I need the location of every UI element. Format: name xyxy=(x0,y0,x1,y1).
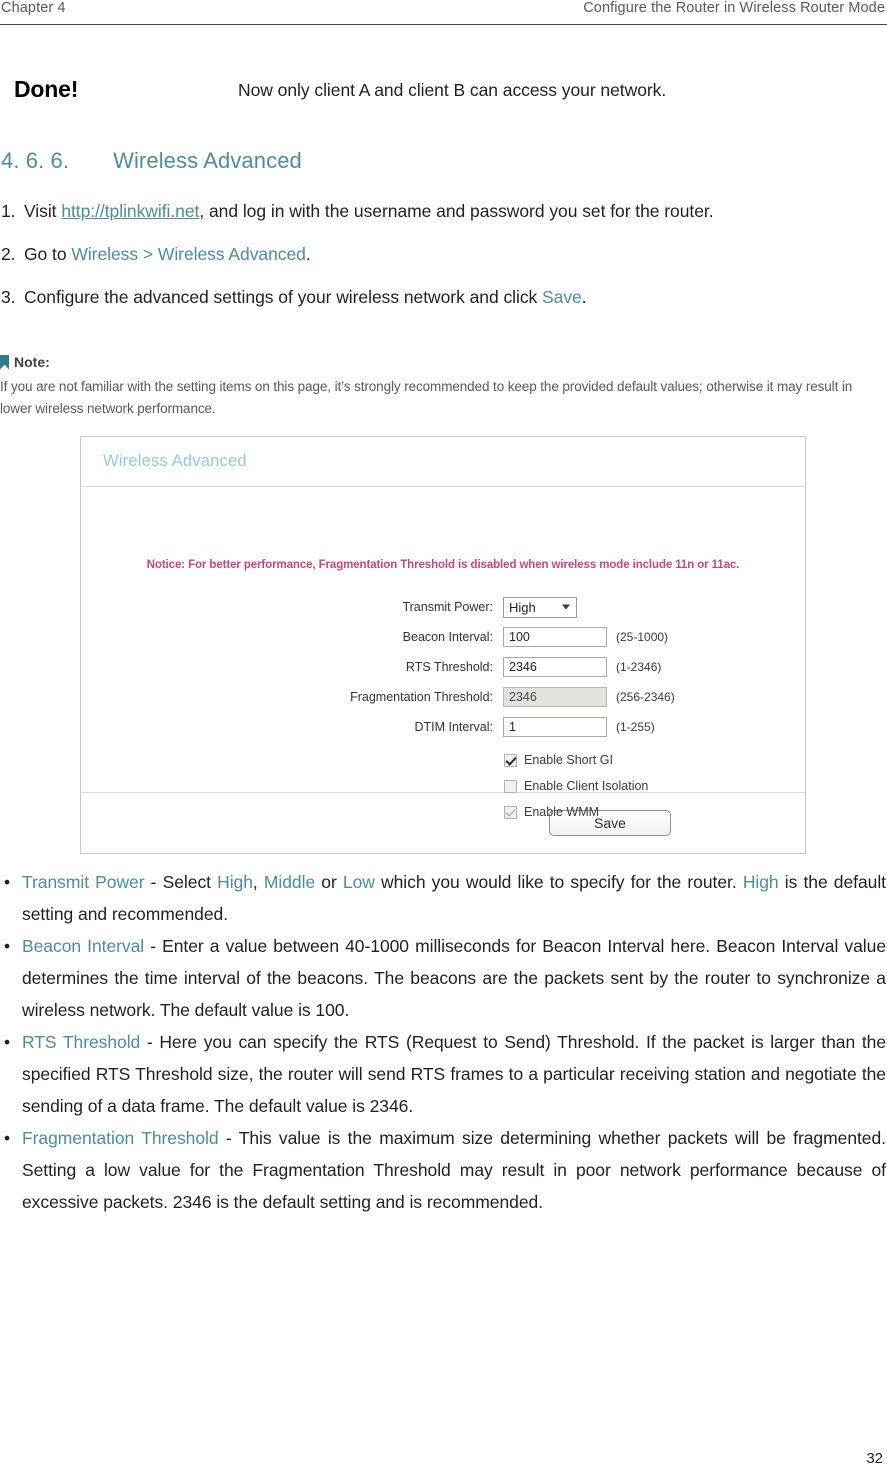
fragmentation-threshold-label: Fragmentation Threshold: xyxy=(350,690,493,704)
bullet-dot: • xyxy=(4,936,11,956)
enable-short-gi-checkbox[interactable] xyxy=(504,753,517,767)
step-text-pre: Visit xyxy=(24,201,62,221)
bullet-dot: • xyxy=(4,872,11,892)
tplinkwifi-link[interactable]: http://tplinkwifi.net xyxy=(61,201,199,221)
notice-text: Notice: For better performance, Fragment… xyxy=(146,559,740,571)
list-item: • RTS Threshold - Here you can specify th… xyxy=(0,1026,887,1122)
form-row-dtim-interval: DTIM Interval: 1 (1-255) xyxy=(81,712,805,742)
inline-text: which you would like to specify for the … xyxy=(374,872,743,892)
section-title: Wireless Advanced xyxy=(113,148,302,173)
beacon-interval-range: (25-1000) xyxy=(616,630,669,644)
bullet-dot: • xyxy=(4,1032,11,1052)
section-number: 4. 6. 6. xyxy=(1,148,70,173)
enable-wmm-checkbox[interactable] xyxy=(504,805,517,819)
checkbox-row-wmm: Enable WMM xyxy=(81,799,805,825)
enable-client-isolation-label: Enable Client Isolation xyxy=(524,779,649,793)
list-item: • Beacon Interval - Enter a value between… xyxy=(0,930,887,1026)
step-list: 1. Visit http://tplinkwifi.net, and log i… xyxy=(0,196,887,325)
note-body: If you are not familiar with the setting… xyxy=(0,379,853,416)
term-fragmentation-threshold: Fragmentation Threshold xyxy=(22,1128,219,1148)
menu-path-separator: > xyxy=(138,244,158,264)
step-marker: 2. xyxy=(1,244,16,264)
parameter-descriptions: • Transmit Power - Select High, Middle or… xyxy=(0,866,887,1218)
bookmark-icon xyxy=(0,354,9,370)
save-reference: Save xyxy=(542,287,582,307)
form-row-fragmentation-threshold: Fragmentation Threshold: 2346 (256-2346) xyxy=(81,682,805,712)
enable-wmm-label: Enable WMM xyxy=(524,805,600,819)
desc-beacon-interval: - Enter a value between 40-1000 millisec… xyxy=(22,936,886,1020)
step-text-post: , and log in with the username and passw… xyxy=(199,201,714,221)
page-number: 32 xyxy=(866,1450,883,1467)
inline-term: High xyxy=(217,872,253,892)
form-row-rts-threshold: RTS Threshold: 2346 (1-2346) xyxy=(81,652,805,682)
done-callout: Done! Now only client A and client B can… xyxy=(0,76,887,116)
step-marker: 3. xyxy=(1,287,16,307)
done-text: Now only client A and client B can acces… xyxy=(238,80,667,100)
section-heading: 4. 6. 6. Wireless Advanced xyxy=(1,148,302,174)
step-text-post: . xyxy=(305,244,311,264)
list-item: 2. Go to Wireless > Wireless Advanced. xyxy=(0,239,887,269)
dtim-interval-input[interactable]: 1 xyxy=(503,717,607,737)
step-text-pre: Go to xyxy=(24,244,72,264)
step-marker: 1. xyxy=(1,201,16,221)
panel-body: Notice: For better performance, Fragment… xyxy=(81,487,805,819)
running-header: Chapter 4 Configure the Router in Wirele… xyxy=(0,0,887,26)
inline-text: - Select xyxy=(144,872,218,892)
inline-text: , xyxy=(252,872,264,892)
chapter-title: Configure the Router in Wireless Router … xyxy=(583,0,885,16)
done-label: Done! xyxy=(14,76,79,102)
term-transmit-power: Transmit Power xyxy=(22,872,145,892)
form-row-transmit-power: Transmit Power: High xyxy=(81,592,805,622)
bullet-dot: • xyxy=(4,1128,11,1148)
note-label: Note: xyxy=(14,354,50,370)
inline-term: Middle xyxy=(263,872,316,892)
checkbox-row-client-isolation: Enable Client Isolation xyxy=(81,773,805,799)
rts-threshold-label: RTS Threshold: xyxy=(405,660,493,674)
inline-text: - Enter a value between 40-1000 millisec… xyxy=(22,936,887,1020)
wireless-advanced-panel: Wireless Advanced Notice: For better per… xyxy=(80,436,806,854)
menu-path-wireless-advanced: Wireless Advanced xyxy=(157,244,306,264)
list-item: • Transmit Power - Select High, Middle or… xyxy=(0,866,887,930)
dtim-interval-range: (1-255) xyxy=(616,720,655,734)
panel-header: Wireless Advanced xyxy=(81,437,805,487)
desc-transmit-power: - Select High, Middle or Low which you w… xyxy=(22,872,886,924)
form-row-beacon-interval: Beacon Interval: 100 (25-1000) xyxy=(81,622,805,652)
list-item: 3. Configure the advanced settings of you… xyxy=(0,282,887,312)
inline-term: Low xyxy=(342,872,375,892)
panel-title: Wireless Advanced xyxy=(103,452,247,470)
inline-text: or xyxy=(315,872,343,892)
chevron-down-icon xyxy=(562,604,570,610)
beacon-interval-label: Beacon Interval: xyxy=(402,630,493,644)
menu-path-wireless: Wireless xyxy=(71,244,139,264)
transmit-power-select[interactable]: High xyxy=(503,596,577,618)
dtim-interval-label: DTIM Interval: xyxy=(414,720,494,734)
beacon-interval-input[interactable]: 100 xyxy=(503,627,607,647)
checkbox-row-short-gi: Enable Short GI xyxy=(81,747,805,773)
transmit-power-value: High xyxy=(509,599,536,615)
settings-form: Transmit Power: High Beacon Interval: 10… xyxy=(81,592,805,825)
enable-short-gi-label: Enable Short GI xyxy=(524,753,613,767)
header-divider xyxy=(0,24,887,25)
term-beacon-interval: Beacon Interval xyxy=(22,936,145,956)
rts-threshold-range: (1-2346) xyxy=(616,660,662,674)
desc-rts-threshold: - Here you can specify the RTS (Request … xyxy=(22,1032,886,1116)
transmit-power-label: Transmit Power: xyxy=(402,600,493,614)
list-item: • Fragmentation Threshold - This value is… xyxy=(0,1122,887,1218)
term-rts-threshold: RTS Threshold xyxy=(22,1032,141,1052)
step-text-pre: Configure the advanced settings of your … xyxy=(24,287,543,307)
chapter-label: Chapter 4 xyxy=(1,0,66,16)
fragmentation-threshold-range: (256-2346) xyxy=(616,690,675,704)
note-block: Note: If you are not familiar with the s… xyxy=(0,352,887,420)
rts-threshold-input[interactable]: 2346 xyxy=(503,657,607,677)
note-heading: Note: xyxy=(0,352,887,372)
list-item: 1. Visit http://tplinkwifi.net, and log i… xyxy=(0,196,887,226)
inline-term: High xyxy=(742,872,779,892)
inline-text: - Here you can specify the RTS (Request … xyxy=(22,1032,887,1116)
fragmentation-threshold-input: 2346 xyxy=(503,687,607,707)
enable-client-isolation-checkbox[interactable] xyxy=(504,779,517,793)
step-text-post: . xyxy=(581,287,587,307)
